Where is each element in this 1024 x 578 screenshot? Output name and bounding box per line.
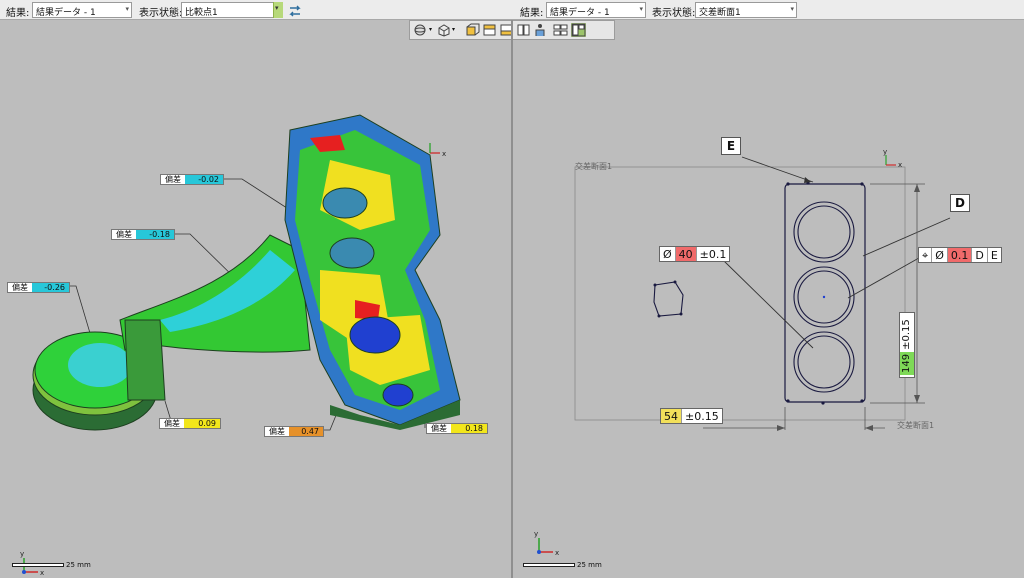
right-result-label: 結果: [520, 8, 544, 19]
left-3d-viewport[interactable]: x y x 偏差 -0.02 偏差 -0.18 偏差 -0.26 偏差 0.09… [0, 20, 511, 578]
color-map-model: x y x [20, 114, 461, 577]
deviation-value: 0.09 [184, 419, 220, 428]
deviation-key: 偏差 [8, 283, 32, 292]
scale-text: 25 mm [66, 561, 91, 569]
position-tolerance-frame[interactable]: ⌖ Ø 0.1 D E [918, 247, 1002, 263]
left-display-value: 比較点1 [185, 8, 218, 18]
position-value: 0.1 [947, 248, 973, 262]
datum-ref: D [972, 248, 988, 262]
deviation-label[interactable]: 偏差 0.47 [264, 426, 324, 437]
section-name-label: 交差断面1 [897, 421, 935, 430]
diameter-annotation[interactable]: Ø 40 ±0.1 [659, 246, 731, 262]
datum-e-label[interactable]: E [721, 137, 741, 155]
height-dimension[interactable]: 149 ±0.15 [899, 312, 915, 378]
chevron-down-icon: ▾ [125, 5, 129, 13]
deviation-key: 偏差 [112, 230, 136, 239]
datum-ref: E [990, 249, 998, 262]
deviation-key: 偏差 [427, 424, 451, 433]
svg-text:y: y [20, 550, 24, 558]
right-display-value: 交差断面1 [699, 8, 741, 18]
deviation-value: 0.18 [451, 424, 487, 433]
diameter-value: 40 [675, 247, 697, 261]
right-section-viewport[interactable]: y x y x 交差断面1 交差断面1 E D Ø 40 ±0.1 ⌖ Ø 0.… [513, 20, 1024, 578]
height-tolerance: ±0.15 [901, 319, 912, 350]
dropdown-button[interactable]: ▾ [273, 2, 283, 18]
left-result-label: 結果: [6, 8, 30, 19]
cross-section-drawing: y x y x [534, 148, 951, 557]
deviation-key: 偏差 [265, 427, 289, 436]
swap-icon [289, 5, 301, 17]
chevron-down-icon: ▾ [275, 4, 279, 12]
diameter-symbol: Ø [660, 247, 676, 261]
height-value: 149 [900, 351, 914, 375]
right-display-select[interactable]: 交差断面1 ▾ [695, 2, 797, 18]
section-name-label: 交差断面1 [575, 162, 613, 171]
svg-text:x: x [40, 569, 44, 577]
deviation-label[interactable]: 偏差 0.09 [159, 418, 221, 429]
scale-bar-graphic [523, 563, 575, 567]
swap-view-button[interactable] [286, 2, 302, 18]
deviation-value: -0.02 [185, 175, 223, 184]
right-result-select[interactable]: 結果データ - 1 ▾ [546, 2, 646, 18]
deviation-key: 偏差 [161, 175, 185, 184]
chevron-down-icon: ▾ [639, 5, 643, 13]
width-dimension[interactable]: 54 ±0.15 [660, 408, 723, 424]
width-tolerance: ±0.15 [685, 410, 719, 423]
deviation-label[interactable]: 偏差 -0.18 [111, 229, 175, 240]
diameter-tolerance: ±0.1 [699, 248, 727, 261]
scale-bar-graphic [12, 563, 64, 567]
width-value: 54 [661, 409, 682, 423]
deviation-label[interactable]: 偏差 -0.02 [160, 174, 224, 185]
deviation-key: 偏差 [160, 419, 184, 428]
datum-d-label[interactable]: D [950, 194, 970, 212]
right-result-value: 結果データ - 1 [550, 8, 610, 18]
deviation-value: -0.18 [136, 230, 174, 239]
position-icon: ⌖ [919, 248, 933, 262]
right-display-label: 表示状態: [652, 8, 696, 19]
svg-text:x: x [898, 161, 902, 169]
left-result-select[interactable]: 結果データ - 1 ▾ [32, 2, 132, 18]
deviation-label[interactable]: 偏差 0.18 [426, 423, 488, 434]
top-toolbar: 結果: 結果データ - 1 ▾ 表示状態: 比較点1 ▾ 結果: 結果データ -… [0, 0, 1024, 20]
scale-text: 25 mm [577, 561, 602, 569]
deviation-label[interactable]: 偏差 -0.26 [7, 282, 70, 293]
chevron-down-icon: ▾ [790, 5, 794, 13]
deviation-value: 0.47 [289, 427, 323, 436]
diameter-symbol: Ø [932, 248, 948, 262]
svg-text:y: y [534, 530, 538, 538]
svg-text:y: y [883, 148, 887, 156]
left-display-label: 表示状態: [139, 8, 183, 19]
deviation-value: -0.26 [32, 283, 69, 292]
left-display-select[interactable]: 比較点1 ▾ [181, 2, 283, 18]
svg-text:x: x [442, 150, 446, 158]
svg-text:x: x [555, 549, 559, 557]
left-result-value: 結果データ - 1 [36, 8, 96, 18]
